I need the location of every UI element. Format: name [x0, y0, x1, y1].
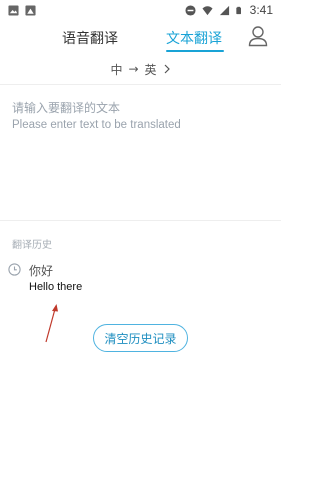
clock-icon — [8, 263, 21, 276]
battery-icon — [235, 6, 241, 14]
divider — [0, 220, 281, 221]
image-icon — [8, 4, 19, 16]
status-bar: 3:41 — [0, 0, 281, 20]
history-title: 翻译历史 — [12, 240, 52, 251]
active-tab-indicator — [166, 50, 224, 52]
language-selector[interactable]: 中 → 英 — [0, 58, 281, 80]
text-input-area[interactable]: 请输入要翻译的文本 Please enter text to be transl… — [0, 96, 281, 218]
history-item[interactable]: 你好 Hello there — [8, 260, 273, 300]
input-placeholder-cn: 请输入要翻译的文本 — [12, 101, 121, 115]
input-placeholder-en: Please enter text to be translated — [12, 119, 181, 131]
clear-history-button[interactable]: 清空历史记录 — [93, 324, 188, 352]
history-target-text: Hello there — [29, 281, 83, 293]
annotation-arrow — [45, 304, 58, 343]
divider — [0, 84, 281, 85]
user-icon[interactable] — [248, 25, 268, 47]
translation-tabs: 语音翻译 文本翻译 — [0, 22, 281, 54]
language-arrow: → — [128, 62, 139, 76]
clock-time: 3:41 — [249, 3, 273, 17]
tab-voice-translation[interactable]: 语音翻译 — [62, 28, 118, 48]
chevron-right-icon — [164, 64, 170, 74]
signal-icon — [219, 5, 229, 15]
tab-text-translation[interactable]: 文本翻译 — [166, 28, 222, 48]
translation-screen: 3:41 语音翻译 文本翻译 中 → 英 请输入要翻译的文本 Please en… — [0, 0, 281, 500]
do-not-disturb-icon — [185, 4, 196, 16]
history-source-text: 你好 — [29, 264, 54, 278]
source-language: 中 — [110, 62, 123, 77]
wifi-icon — [202, 5, 213, 15]
photo-icon — [25, 4, 36, 16]
target-language: 英 — [144, 62, 157, 77]
